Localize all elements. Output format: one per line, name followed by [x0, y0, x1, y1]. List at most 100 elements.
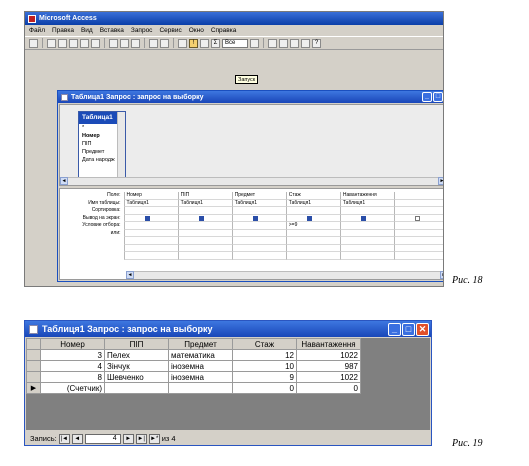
grid-criteria-cell[interactable] — [177, 222, 232, 230]
show-checkbox[interactable] — [198, 215, 204, 221]
menu-view[interactable]: Вид — [81, 27, 93, 34]
minimize-icon[interactable]: _ — [388, 322, 401, 336]
chevron-down-icon[interactable] — [250, 38, 259, 48]
grid-table-cell[interactable]: Таблиця1 — [231, 199, 286, 207]
show-checkbox[interactable] — [360, 215, 366, 221]
grid-empty-cell[interactable] — [231, 237, 286, 245]
grid-empty-cell[interactable] — [285, 237, 340, 245]
grid-empty-cell[interactable] — [285, 244, 340, 252]
view-icon[interactable] — [29, 38, 38, 48]
grid-empty-cell[interactable] — [339, 252, 394, 260]
cell-number[interactable]: (Счетчик) — [40, 382, 105, 394]
show-checkbox[interactable] — [306, 215, 312, 221]
grid-or-cell[interactable] — [231, 229, 286, 237]
field-list[interactable]: Таблица1 * Номер ПІП Предмет Дата народж — [78, 111, 126, 179]
cell-name[interactable]: Зінчук — [104, 360, 169, 372]
preview-icon[interactable] — [80, 38, 89, 48]
cell-subject[interactable]: іноземна — [168, 360, 233, 372]
scroll-right-icon[interactable]: ► — [438, 177, 443, 185]
grid-field-cell[interactable]: Навантаження — [339, 192, 394, 200]
cell-name[interactable]: Пелех — [104, 349, 169, 361]
close-icon[interactable]: ✕ — [416, 322, 429, 336]
grid-empty-cell[interactable] — [177, 252, 232, 260]
grid-or-cell[interactable] — [177, 229, 232, 237]
grid-empty-cell[interactable] — [393, 222, 443, 230]
scroll-right-icon[interactable]: ► — [440, 271, 443, 279]
cell-subject[interactable]: математика — [168, 349, 233, 361]
cut-icon[interactable] — [109, 38, 118, 48]
row-selector[interactable] — [26, 371, 41, 383]
table-row[interactable]: 3 Пелех математика 12 1022 — [26, 349, 361, 361]
grid-empty-cell[interactable] — [393, 244, 443, 252]
grid-empty-cell[interactable] — [177, 237, 232, 245]
grid-empty-cell[interactable] — [393, 207, 443, 215]
paste-icon[interactable] — [131, 38, 140, 48]
menu-help[interactable]: Справка — [211, 27, 237, 34]
grid-criteria-cell[interactable] — [339, 222, 394, 230]
new-object-icon[interactable] — [301, 38, 310, 48]
grid-empty-cell[interactable] — [393, 192, 443, 200]
menu-window[interactable]: Окно — [189, 27, 204, 34]
grid-empty-cell[interactable] — [231, 244, 286, 252]
row-selector[interactable] — [26, 349, 41, 361]
grid-or-cell[interactable] — [285, 229, 340, 237]
cell-experience[interactable]: 10 — [232, 360, 297, 372]
cell-experience[interactable]: 12 — [232, 349, 297, 361]
first-record-icon[interactable]: |◄ — [58, 433, 70, 444]
grid-table-cell[interactable]: Таблиця1 — [123, 199, 178, 207]
grid-or-cell[interactable] — [123, 229, 178, 237]
current-record-field[interactable]: 4 — [84, 433, 121, 444]
previous-record-icon[interactable]: ◄ — [71, 433, 83, 444]
scroll-left-icon[interactable]: ◄ — [126, 271, 134, 279]
grid-empty-cell[interactable] — [393, 229, 443, 237]
spelling-icon[interactable] — [91, 38, 100, 48]
grid-or-cell[interactable] — [339, 229, 394, 237]
grid-empty-cell[interactable] — [339, 237, 394, 245]
corner-selector[interactable] — [26, 338, 41, 350]
grid-table-cell[interactable]: Таблиця1 — [339, 199, 394, 207]
grid-empty-cell[interactable] — [393, 252, 443, 260]
grid-table-cell[interactable]: Таблиця1 — [177, 199, 232, 207]
redo-icon[interactable] — [160, 38, 169, 48]
grid-criteria-cell[interactable] — [123, 222, 178, 230]
menu-edit[interactable]: Правка — [52, 27, 74, 34]
grid-empty-cell[interactable] — [393, 199, 443, 207]
grid-sort-cell[interactable] — [339, 207, 394, 215]
show-checkbox[interactable] — [414, 215, 420, 221]
cell-number[interactable]: 4 — [40, 360, 105, 372]
undo-icon[interactable] — [149, 38, 158, 48]
column-header[interactable]: Предмет — [168, 338, 233, 350]
cell-name[interactable] — [104, 382, 169, 394]
query-type-icon[interactable] — [178, 38, 187, 48]
column-header[interactable]: Навантаження — [296, 338, 361, 350]
last-record-icon[interactable]: ►| — [135, 433, 147, 444]
grid-sort-cell[interactable] — [177, 207, 232, 215]
new-record-row[interactable]: ▶ (Счетчик) 0 0 — [26, 382, 361, 394]
save-icon[interactable] — [47, 38, 56, 48]
maximize-icon[interactable]: □ — [433, 92, 443, 102]
grid-empty-cell[interactable] — [231, 252, 286, 260]
cell-experience[interactable]: 0 — [232, 382, 297, 394]
table-row[interactable]: 8 Шевченко іноземна 9 1022 — [26, 371, 361, 383]
menu-query[interactable]: Запрос — [131, 27, 153, 34]
cell-load[interactable]: 1022 — [296, 371, 361, 383]
database-window-icon[interactable] — [290, 38, 299, 48]
totals-icon[interactable]: Σ — [211, 38, 220, 48]
menu-insert[interactable]: Вставка — [100, 27, 124, 34]
grid-criteria-cell[interactable]: >=9 — [285, 222, 340, 230]
top-values-combo[interactable]: Все — [222, 38, 248, 48]
cell-load[interactable]: 0 — [296, 382, 361, 394]
row-selector[interactable] — [26, 360, 41, 372]
minimize-icon[interactable]: _ — [422, 92, 432, 102]
help-icon[interactable]: ? — [312, 38, 321, 48]
grid-field-cell[interactable]: Номер — [123, 192, 178, 200]
cell-subject[interactable]: іноземна — [168, 371, 233, 383]
new-record-icon[interactable]: ►* — [148, 433, 160, 444]
cell-load[interactable]: 1022 — [296, 349, 361, 361]
grid-empty-cell[interactable] — [393, 237, 443, 245]
search-icon[interactable] — [58, 38, 67, 48]
grid-empty-cell[interactable] — [177, 244, 232, 252]
grid-hscroll[interactable]: ◄ ► — [126, 271, 443, 279]
cell-number[interactable]: 3 — [40, 349, 105, 361]
grid-criteria-cell[interactable] — [231, 222, 286, 230]
